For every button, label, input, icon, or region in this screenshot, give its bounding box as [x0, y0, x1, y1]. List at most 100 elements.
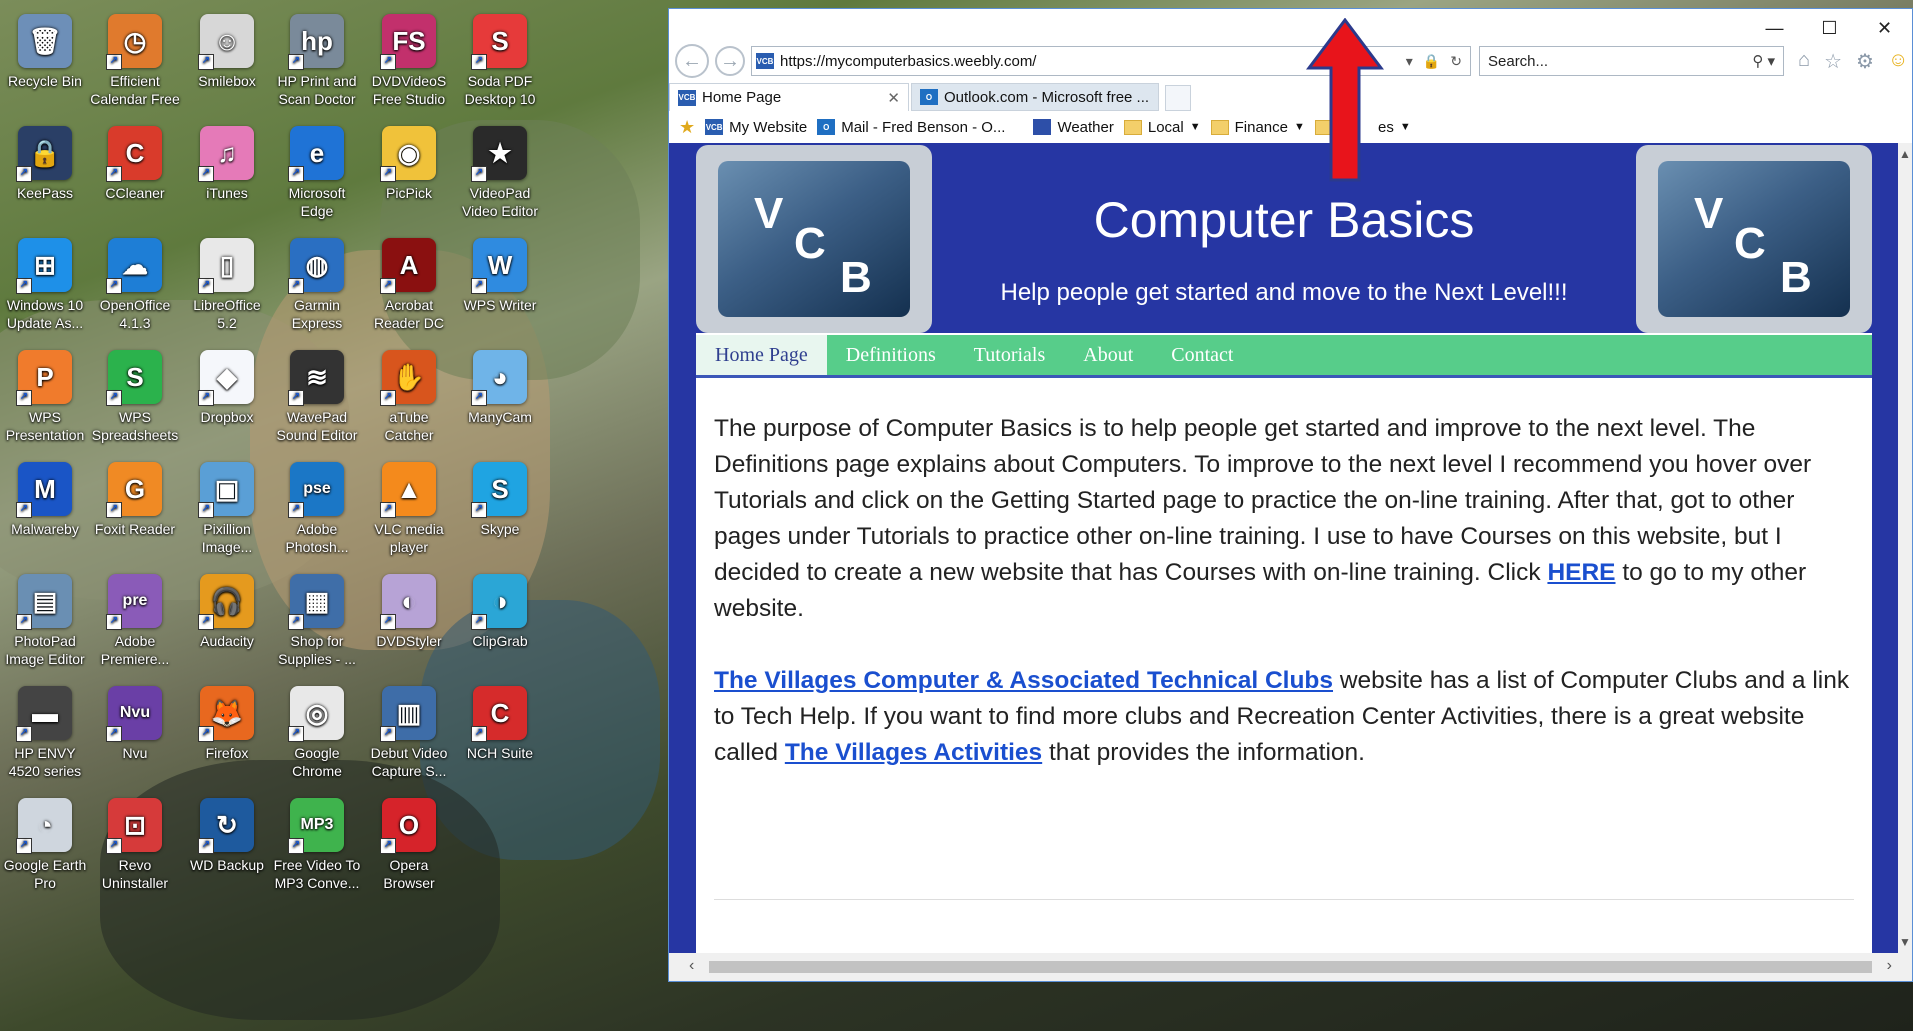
nav-definitions[interactable]: Definitions [827, 335, 955, 375]
desktop-shortcut[interactable]: C ↗ NCH Suite [455, 686, 545, 762]
villages-clubs-link[interactable]: The Villages Computer & Associated Techn… [714, 667, 1333, 694]
close-button[interactable]: ✕ [1857, 13, 1912, 43]
desktop-shortcut[interactable]: 🦊 ↗ Firefox [182, 686, 272, 762]
scroll-left-icon[interactable]: ‹ [689, 957, 694, 975]
nav-tutorials[interactable]: Tutorials [955, 335, 1065, 375]
vcb-logo-tile: V C B [1658, 161, 1850, 317]
minimize-button[interactable]: — [1747, 13, 1802, 43]
scroll-down-icon[interactable]: ▼ [1898, 935, 1912, 949]
nav-home-page[interactable]: Home Page [696, 335, 827, 375]
forward-button[interactable]: → [715, 46, 745, 76]
home-icon[interactable]: ⌂ [1798, 49, 1810, 74]
desktop-shortcut[interactable]: hp ↗ HP Print and Scan Doctor [272, 14, 362, 108]
back-button[interactable]: ← [675, 44, 709, 78]
desktop-shortcut[interactable]: ◷ ↗ Efficient Calendar Free [90, 14, 180, 108]
feedback-smiley-icon[interactable]: ☺ [1888, 49, 1908, 74]
desktop-shortcut[interactable]: ▬ ↗ HP ENVY 4520 series [0, 686, 90, 780]
nav-contact[interactable]: Contact [1152, 335, 1252, 375]
desktop-shortcut[interactable]: ◉ ↗ PicPick [364, 126, 454, 202]
favorites-star-icon[interactable]: ☆ [1824, 49, 1842, 74]
site-header: V C B Computer Basics Help people get st… [696, 143, 1872, 333]
scroll-right-icon[interactable]: › [1887, 957, 1892, 975]
desktop-shortcut[interactable]: G ↗ Foxit Reader [90, 462, 180, 538]
desktop-shortcut[interactable]: S ↗ WPS Spreadsheets [90, 350, 180, 444]
refresh-icon[interactable]: ↻ [1450, 53, 1462, 70]
maximize-button[interactable]: ☐ [1802, 13, 1857, 43]
horizontal-scrollbar[interactable]: ‹ › [669, 953, 1912, 981]
desktop-shortcut[interactable]: ◆ ↗ Dropbox [182, 350, 272, 426]
desktop-shortcut[interactable]: pre ↗ Adobe Premiere... [90, 574, 180, 668]
desktop-shortcut[interactable]: ◔ ↗ Google Earth Pro [0, 798, 90, 892]
desktop-shortcut[interactable]: ☁ ↗ OpenOffice 4.1.3 [90, 238, 180, 332]
desktop-shortcut-label: Efficient Calendar Free [90, 73, 180, 107]
scrollbar-thumb[interactable] [709, 961, 1872, 973]
desktop-shortcut[interactable]: 🎧 ↗ Audacity [182, 574, 272, 650]
desktop-shortcut[interactable]: e ↗ Microsoft Edge [272, 126, 362, 220]
search-icon[interactable]: ⚲ ▾ [1752, 52, 1775, 70]
desktop-shortcut-label: LibreOffice 5.2 [193, 297, 261, 331]
desktop-shortcut[interactable]: A ↗ Acrobat Reader DC [364, 238, 454, 332]
shortcut-arrow-icon: ↗ [106, 614, 122, 630]
shortcut-arrow-icon: ↗ [198, 166, 214, 182]
desktop-shortcut[interactable]: ▲ ↗ VLC media player [364, 462, 454, 556]
scroll-up-icon[interactable]: ▲ [1898, 147, 1912, 161]
desktop-shortcut[interactable]: ▯ ↗ LibreOffice 5.2 [182, 238, 272, 332]
desktop-shortcut[interactable]: C ↗ CCleaner [90, 126, 180, 202]
desktop-shortcut[interactable]: ▦ ↗ Shop for Supplies - ... [272, 574, 362, 668]
new-tab-button[interactable] [1165, 85, 1191, 111]
search-box[interactable]: Search... ⚲ ▾ [1479, 46, 1784, 76]
desktop-shortcut[interactable]: ▥ ↗ Debut Video Capture S... [364, 686, 454, 780]
fav-my-website[interactable]: VCB My Website [705, 119, 807, 136]
desktop-shortcut[interactable]: ◑ ↗ ClipGrab [455, 574, 545, 650]
desktop-shortcut[interactable]: 🔒 ↗ KeePass [0, 126, 90, 202]
desktop-shortcut[interactable]: ▣ ↗ Pixillion Image... [182, 462, 272, 556]
desktop-shortcut[interactable]: Nvu ↗ Nvu [90, 686, 180, 762]
outlook-icon: O [817, 119, 836, 135]
settings-gear-icon[interactable]: ⚙ [1856, 49, 1874, 74]
shortcut-arrow-icon: ↗ [380, 390, 396, 406]
tab-home-page[interactable]: VCB Home Page ✕ [669, 83, 909, 111]
desktop-shortcut[interactable]: O ↗ Opera Browser [364, 798, 454, 892]
desktop-shortcut[interactable]: pse ↗ Adobe Photosh... [272, 462, 362, 556]
fav-weather[interactable]: Weather [1033, 119, 1114, 136]
desktop-shortcut[interactable]: M ↗ Malwareby [0, 462, 90, 538]
app-icon: ▤ ↗ [16, 574, 72, 630]
desktop-shortcut[interactable]: ✋ ↗ aTube Catcher [364, 350, 454, 444]
desktop-shortcut[interactable]: ★ ↗ VideoPad Video Editor [455, 126, 545, 220]
villages-activities-link[interactable]: The Villages Activities [785, 739, 1042, 766]
desktop-shortcut[interactable]: FS ↗ DVDVideoS Free Studio [364, 14, 454, 108]
desktop-shortcut[interactable]: ▤ ↗ PhotoPad Image Editor [0, 574, 90, 668]
desktop-shortcut[interactable]: ♫ ↗ iTunes [182, 126, 272, 202]
desktop-shortcut[interactable]: S ↗ Soda PDF Desktop 10 [455, 14, 545, 108]
desktop-shortcut[interactable]: MP3 ↗ Free Video To MP3 Conve... [272, 798, 362, 892]
lock-icon[interactable]: 🔒 [1423, 53, 1440, 70]
tab-outlook[interactable]: O Outlook.com - Microsoft free ... [911, 83, 1159, 111]
desktop-shortcut[interactable]: ◐ ↗ DVDStyler [364, 574, 454, 650]
outlook-icon: O [920, 89, 938, 105]
desktop-shortcut[interactable]: W ↗ WPS Writer [455, 238, 545, 314]
fav-folder-finance[interactable]: Finance ▼ [1210, 119, 1305, 136]
fav-mail[interactable]: O Mail - Fred Benson - O... [817, 119, 1005, 136]
fav-folder-local[interactable]: Local ▼ [1123, 119, 1201, 136]
desktop-shortcut[interactable]: ≋ ↗ WavePad Sound Editor [272, 350, 362, 444]
here-link[interactable]: HERE [1547, 559, 1615, 586]
nav-about[interactable]: About [1064, 335, 1152, 375]
desktop-shortcut[interactable]: ◎ ↗ Google Chrome [272, 686, 362, 780]
dropdown-icon[interactable]: ▾ [1406, 53, 1413, 70]
desktop-shortcut[interactable]: 🗑 Recycle Bin [0, 14, 90, 90]
desktop-shortcut[interactable]: ↻ ↗ WD Backup [182, 798, 272, 874]
desktop-shortcut[interactable]: ◕ ↗ ManyCam [455, 350, 545, 426]
desktop-shortcut[interactable]: ◍ ↗ Garmin Express [272, 238, 362, 332]
app-icon: 🦊 ↗ [198, 686, 254, 742]
desktop-shortcut[interactable]: ⊞ ↗ Windows 10 Update As... [0, 238, 90, 332]
shortcut-arrow-icon: ↗ [198, 54, 214, 70]
desktop-shortcut[interactable]: ⊡ ↗ Revo Uninstaller [90, 798, 180, 892]
close-tab-icon[interactable]: ✕ [887, 89, 900, 107]
add-favorites-star-icon[interactable]: ★ [679, 117, 695, 138]
desktop-shortcut[interactable]: S ↗ Skype [455, 462, 545, 538]
desktop-shortcut[interactable]: ☺ ↗ Smilebox [182, 14, 272, 90]
vertical-scrollbar[interactable]: ▲ ▼ [1898, 143, 1912, 953]
desktop-shortcut-label: Free Video To MP3 Conve... [273, 857, 361, 891]
desktop-shortcut[interactable]: P ↗ WPS Presentation [0, 350, 90, 444]
app-icon: ◉ ↗ [380, 126, 436, 182]
